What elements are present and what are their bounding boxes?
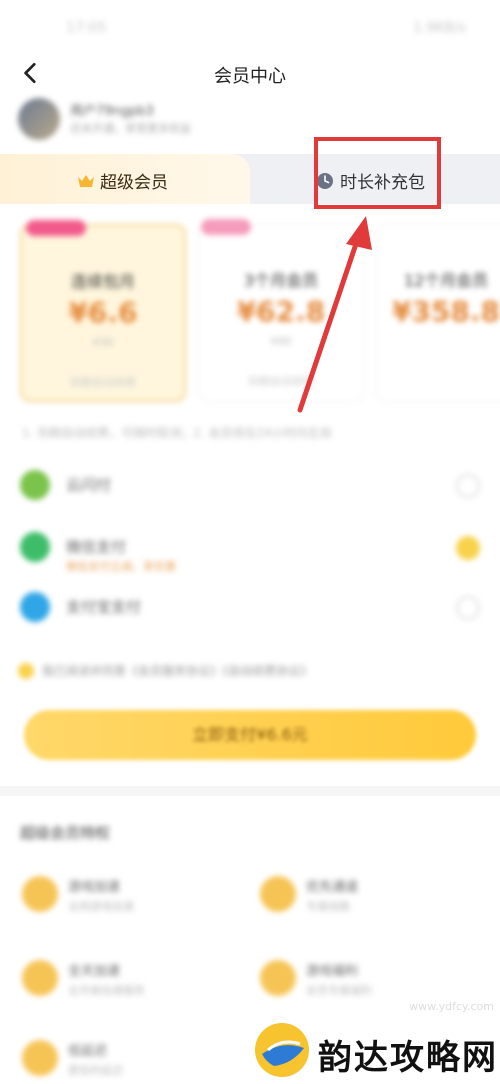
status-right: 1.9KB/s — [412, 20, 466, 36]
alipay-icon — [20, 592, 50, 622]
nav-bar: 会员中心 — [0, 56, 500, 92]
plan-name: 12个月会员 — [403, 271, 489, 290]
plan-badge — [201, 219, 251, 235]
payment-label: 微信支付 — [66, 538, 127, 556]
benefit-title: 全天加速 — [68, 964, 121, 979]
payment-radio[interactable] — [456, 474, 480, 498]
brand-logo-icon — [255, 1023, 309, 1077]
crown-icon — [78, 174, 94, 187]
benefit-item: 优先通道 专属线路 — [260, 872, 490, 928]
benefit-icon — [260, 960, 296, 996]
plan-list: 连续包月 ¥6.6 ¥30 到期自动续费 3个月会员 ¥62.8 ¥90 到期自… — [0, 210, 500, 410]
plan-badge — [26, 220, 86, 236]
benefit-title: 游戏福利 — [306, 964, 359, 979]
plan-card-monthly[interactable]: 连续包月 ¥6.6 ¥30 到期自动续费 — [20, 220, 186, 402]
benefit-title: 低延迟 — [68, 1044, 108, 1059]
benefit-sub: 全网游戏加速 — [68, 900, 134, 913]
benefit-title: 游戏加速 — [68, 880, 121, 895]
pay-button[interactable]: 立即支付¥6.6元 — [24, 710, 476, 760]
plan-name: 3个月会员 — [243, 271, 319, 290]
plan-note: 到期自动续费 — [248, 375, 314, 388]
section-divider — [0, 786, 500, 796]
benefit-icon — [22, 1040, 58, 1076]
brand-name: 韵达攻略网 — [318, 1038, 498, 1078]
payment-radio[interactable] — [456, 536, 480, 560]
benefit-sub: 更低的延迟 — [68, 1064, 123, 1077]
payment-option-wechat[interactable]: 微信支付 微信支付立减，享优惠 — [0, 524, 500, 574]
benefit-sub: 全天候加速服务 — [68, 984, 145, 997]
benefit-icon — [22, 876, 58, 912]
benefit-icon — [22, 960, 58, 996]
benefits-title: 超级会员特权 — [20, 824, 111, 842]
plan-notice: 1. 到期自动续费，可随时取消；2. 会员将在24小时内生效 — [22, 426, 332, 440]
plan-name: 连续包月 — [70, 272, 135, 291]
benefit-sub: 会员专属福利 — [306, 984, 372, 997]
benefit-title: 优先通道 — [306, 880, 359, 895]
wechat-icon — [20, 532, 50, 562]
plan-card-12month[interactable]: 12个月会员 ¥358.8 — [376, 224, 500, 402]
agreement-text: 我已阅读并同意《会员服务协议》《自动续费协议》 — [42, 664, 313, 678]
payment-option-alipay[interactable]: 支付宝支付 — [0, 584, 500, 634]
tab-super-vip[interactable]: 超级会员 — [0, 154, 250, 204]
agree-check-icon[interactable] — [18, 662, 34, 679]
payment-option-unionpay[interactable]: 云闪付 — [0, 462, 500, 512]
status-time: 17:05 — [66, 20, 107, 36]
avatar — [18, 98, 60, 140]
watermark-url: www.ydfcy.com — [409, 1000, 494, 1013]
user-name: 用户79ngpb3 — [70, 104, 154, 119]
payment-sub: 微信支付立减，享优惠 — [66, 560, 176, 573]
tab-super-vip-label: 超级会员 — [100, 173, 168, 193]
unionpay-icon — [20, 470, 50, 500]
plan-card-3month[interactable]: 3个月会员 ¥62.8 ¥90 到期自动续费 — [198, 219, 364, 402]
benefit-sub: 专属线路 — [306, 900, 350, 913]
plan-price: ¥358.8 — [391, 295, 500, 328]
payment-label: 支付宝支付 — [66, 598, 142, 616]
plan-original: ¥90 — [270, 335, 292, 348]
user-subtitle: 还未开通，享受更多权益 — [70, 122, 191, 135]
agreement-row[interactable]: 我已阅读并同意《会员服务协议》《自动续费协议》 — [18, 662, 484, 679]
benefit-icon — [260, 876, 296, 912]
highlight-box — [314, 137, 441, 209]
status-bar: 17:05 1.9KB/s — [0, 0, 500, 56]
payment-label: 云闪付 — [66, 476, 112, 494]
benefit-item: 低延迟 更低的延迟 — [22, 1036, 252, 1084]
payment-radio[interactable] — [456, 596, 480, 620]
plan-price: ¥62.8 — [236, 295, 326, 328]
benefit-item: 全天加速 全天候加速服务 — [22, 956, 252, 1012]
plan-original: ¥30 — [92, 336, 114, 349]
benefit-item: 游戏加速 全网游戏加速 — [22, 872, 252, 928]
page-title: 会员中心 — [214, 66, 286, 87]
plan-note: 到期自动续费 — [70, 376, 136, 389]
plan-price: ¥6.6 — [68, 296, 138, 329]
